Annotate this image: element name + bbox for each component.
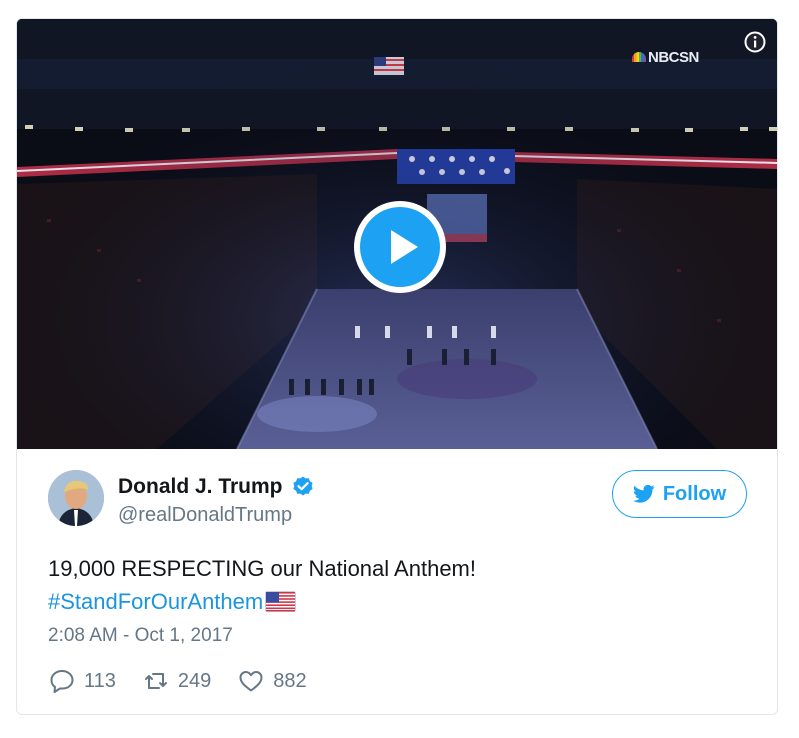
reply-button[interactable]: 113 xyxy=(48,667,116,695)
like-button[interactable]: 882 xyxy=(237,667,307,695)
tweet-actions: 113 249 882 xyxy=(48,667,333,695)
display-name[interactable]: Donald J. Trump xyxy=(118,475,283,499)
retweet-count: 249 xyxy=(177,669,212,692)
play-button[interactable] xyxy=(354,201,446,293)
author-name-row: Donald J. Trump xyxy=(118,475,315,499)
tweet-card: NBCSN Donald J. Trump @realDonaldTrump F… xyxy=(16,18,778,715)
hashtag-link[interactable]: #StandForOurAnthem xyxy=(48,585,263,618)
avatar-image xyxy=(48,470,104,526)
retweet-icon xyxy=(144,673,167,689)
like-count: 882 xyxy=(273,669,307,692)
us-flag-emoji xyxy=(265,591,297,612)
tweet-timestamp[interactable]: 2:08 AM - Oct 1, 2017 xyxy=(48,625,233,647)
author-handle[interactable]: @realDonaldTrump xyxy=(118,504,292,527)
verified-badge-icon xyxy=(292,476,313,496)
reply-icon xyxy=(50,670,74,693)
twitter-bird-icon xyxy=(632,484,655,503)
heart-icon xyxy=(239,671,263,692)
follow-label: Follow xyxy=(662,482,727,505)
peacock-icon xyxy=(632,52,646,62)
watermark-text: NBCSN xyxy=(648,49,699,66)
hashtag-row: #StandForOurAnthem xyxy=(48,585,297,618)
video-player[interactable]: NBCSN xyxy=(17,19,777,449)
info-icon[interactable] xyxy=(744,31,766,53)
retweet-button[interactable]: 249 xyxy=(142,667,211,695)
reply-count: 113 xyxy=(84,669,116,692)
follow-button[interactable]: Follow xyxy=(612,470,747,518)
play-icon xyxy=(391,230,418,264)
avatar[interactable] xyxy=(48,470,104,526)
tweet-text: 19,000 RESPECTING our National Anthem! xyxy=(48,556,476,581)
nbcsn-watermark: NBCSN xyxy=(632,49,699,66)
